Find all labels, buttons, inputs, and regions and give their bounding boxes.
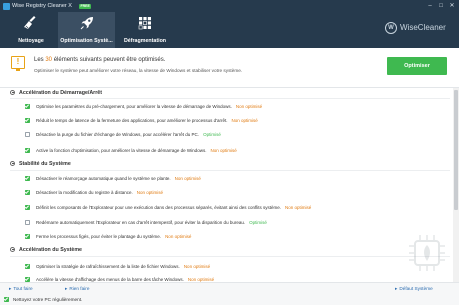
item-text: Réduit le temps de latence de la fermetu… <box>36 118 228 123</box>
section-title: Accélération du Démarrage/Arrêt <box>19 90 103 96</box>
banner-subtitle: Optimiser le système peut améliorer votr… <box>34 68 243 73</box>
item-status: Non optimisé <box>235 104 263 109</box>
optimize-button[interactable]: Optimiser <box>387 57 447 75</box>
grid-blocks-icon <box>138 17 151 30</box>
item-checkbox[interactable] <box>25 190 30 195</box>
rocket-icon <box>80 17 93 30</box>
divider <box>10 98 450 99</box>
collapse-icon[interactable] <box>10 89 15 95</box>
reminder-checkbox[interactable] <box>4 297 9 302</box>
footer: ▸ Tout faire ▸ Rien faire ▸ Défaut Système … <box>0 282 459 305</box>
maximize-button[interactable]: □ <box>437 2 445 10</box>
item-checkbox[interactable] <box>25 205 30 210</box>
item-status: Optimisé <box>203 132 221 137</box>
item-text: Désactiver la modification du registre à… <box>36 190 133 195</box>
select-all-label: Tout faire <box>13 286 33 291</box>
reminder-label: Nettoyez votre PC régulièrement. <box>13 297 83 302</box>
collapse-icon[interactable] <box>10 246 15 252</box>
item-text: Active la fonction d'optimisation, pour … <box>36 148 207 153</box>
banner-suffix: éléments suivants peuvent être optimisés… <box>52 57 166 63</box>
tab-optimisation[interactable]: Optimisation Systè... <box>58 12 115 48</box>
divider <box>10 170 450 171</box>
item-checkbox[interactable] <box>25 220 30 225</box>
select-none-label: Rien faire <box>69 286 90 291</box>
item-status: Non optimisé <box>210 148 237 153</box>
arrow-right-icon: ▸ <box>65 286 68 291</box>
item-checkbox[interactable] <box>25 104 30 109</box>
item-status: Non optimisé <box>183 264 211 269</box>
scrollbar-thumb[interactable] <box>454 90 458 210</box>
arrow-right-icon: ▸ <box>9 286 12 291</box>
tab-defragmentation-label: Défragmentation <box>123 38 167 44</box>
item-text: Désactive la purge du fichier d'échange … <box>36 132 200 137</box>
item-checkbox[interactable] <box>25 118 30 123</box>
section-header[interactable]: Accélération du Démarrage/Arrêt <box>10 89 102 98</box>
tab-nettoyage[interactable]: Nettoyage <box>8 12 54 48</box>
item-text: Ferme les processus figés, pour éviter l… <box>36 234 162 239</box>
item-checkbox[interactable] <box>25 234 30 239</box>
collapse-icon[interactable] <box>10 160 15 166</box>
banner-headline: Les 30 éléments suivants peuvent être op… <box>34 56 165 64</box>
close-button[interactable]: ✕ <box>448 2 456 10</box>
minimize-button[interactable]: – <box>426 2 434 10</box>
system-default-link[interactable]: ▸ Défaut Système <box>395 285 433 292</box>
item-checkbox[interactable] <box>25 148 30 153</box>
free-badge: FREE <box>79 4 92 9</box>
title-bar: Wise Registry Cleaner X FREE – □ ✕ <box>0 0 459 12</box>
item-text: Redémarre automatiquement l'Explorateur … <box>36 220 246 225</box>
tab-optimisation-label: Optimisation Systè... <box>60 38 113 44</box>
item-checkbox[interactable] <box>25 132 30 137</box>
section-title: Stabilité du Système <box>19 161 71 167</box>
list-scrollbar[interactable] <box>453 88 459 282</box>
banner-prefix: Les <box>34 57 46 63</box>
item-status: Non optimisé <box>136 190 164 195</box>
app-title: Wise Registry Cleaner X <box>12 3 72 9</box>
wisecleaner-logo-icon: W <box>385 22 397 34</box>
broom-icon <box>24 16 36 30</box>
item-status: Non optimisé <box>165 234 192 239</box>
item-text: Optimise les paramètres du pré-chargemen… <box>36 104 232 109</box>
item-text: Désactiver le réamorçage automatique qua… <box>36 176 171 181</box>
section-header[interactable]: Accélération du Système <box>10 246 82 255</box>
item-status: Non optimisé <box>285 205 312 210</box>
item-checkbox[interactable] <box>25 264 30 269</box>
select-all-link[interactable]: ▸ Tout faire <box>9 285 33 292</box>
item-status: Non optimisé <box>174 176 201 181</box>
optimization-list[interactable]: Accélération du Démarrage/Arrêt Optimise… <box>0 88 453 282</box>
app-logo-icon <box>3 3 10 10</box>
tab-defragmentation[interactable]: Défragmentation <box>119 12 171 48</box>
chip-watermark-icon <box>409 235 445 271</box>
top-bar: Wise Registry Cleaner X FREE – □ ✕ Netto… <box>0 0 459 48</box>
select-none-link[interactable]: ▸ Rien faire <box>65 285 89 292</box>
item-status: Optimisé <box>249 220 267 225</box>
monitor-warning-icon: ! <box>11 56 25 71</box>
section-title: Accélération du Système <box>19 247 82 253</box>
item-checkbox[interactable] <box>25 176 30 181</box>
brand-name: WiseCleaner <box>400 23 446 32</box>
item-text: Définit les composants de l'Explorateur … <box>36 205 281 210</box>
tab-nettoyage-label: Nettoyage <box>18 38 44 44</box>
system-default-label: Défaut Système <box>399 286 433 291</box>
item-status: Non optimisé <box>231 118 258 123</box>
section-header[interactable]: Stabilité du Système <box>10 160 71 169</box>
divider <box>10 256 450 257</box>
item-text: Optimiser la stratégie de rafraîchisseme… <box>36 264 180 269</box>
arrow-right-icon: ▸ <box>395 286 398 291</box>
